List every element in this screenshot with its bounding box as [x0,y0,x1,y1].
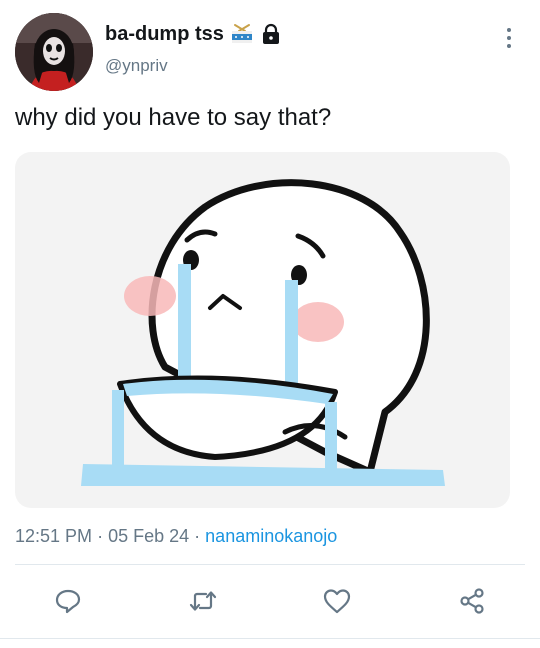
tweet-meta: 12:51 PM · 05 Feb 24 · nanaminokanojo [15,526,337,547]
tweet-source-link[interactable]: nanaminokanojo [205,526,337,546]
author-name-row: ba-dump tss [105,20,282,48]
more-options-icon[interactable] [498,24,520,52]
action-bar [0,581,540,621]
reply-icon[interactable] [48,581,88,621]
like-icon[interactable] [317,581,357,621]
divider [0,638,540,639]
retweet-icon[interactable] [183,581,223,621]
avatar[interactable] [15,13,93,91]
meta-separator: · [194,526,201,546]
tweet-date: 05 Feb 24 [108,526,190,546]
drum-icon [230,22,254,46]
meta-separator: · [97,526,104,546]
divider [15,564,525,565]
display-name[interactable]: ba-dump tss [105,23,224,46]
share-icon[interactable] [452,581,492,621]
tweet-time: 12:51 PM [15,526,93,546]
author-handle[interactable]: @ynpriv [105,56,168,76]
lock-icon [260,23,282,45]
tweet-text: why did you have to say that? [15,104,332,131]
tweet-image[interactable] [15,152,510,508]
